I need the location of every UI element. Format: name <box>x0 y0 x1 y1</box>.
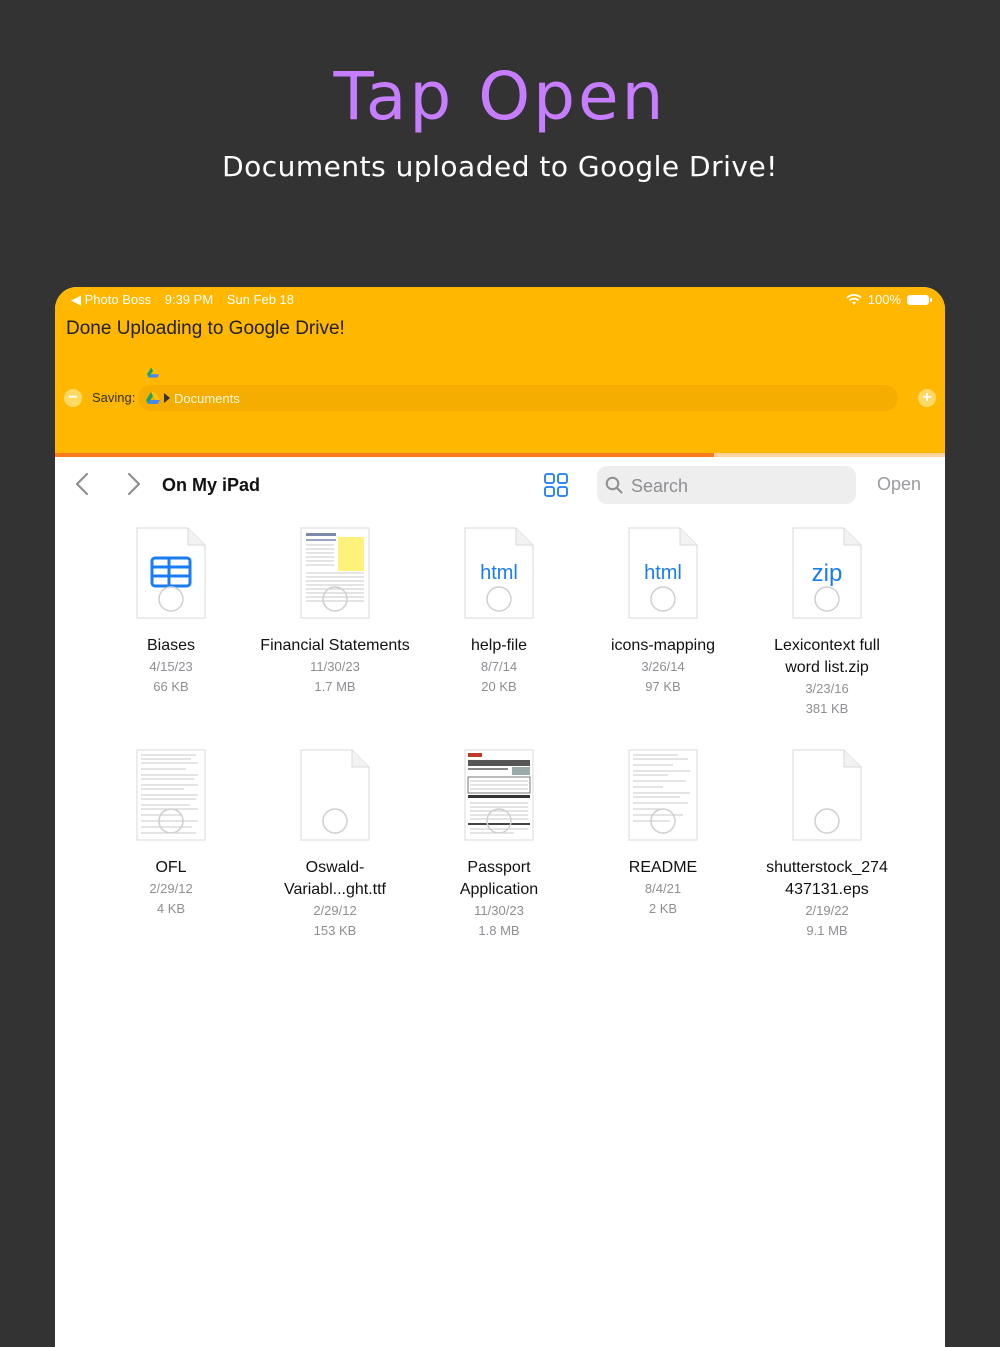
search-icon <box>605 476 623 494</box>
file-name: icons-mapping <box>610 637 716 654</box>
file-name: shutterstock_274437131.eps <box>766 859 888 898</box>
status-time: 9:39 PM <box>164 292 214 307</box>
file-size: 153 KB <box>313 923 357 938</box>
upload-progress-track <box>714 453 945 457</box>
file-date: 11/30/23 <box>474 903 524 918</box>
file-size: 1.8 MB <box>478 923 520 938</box>
google-drive-icon <box>146 392 160 404</box>
upload-progress-fill <box>55 453 714 457</box>
status-bar: ◀ Photo Boss 9:39 PM Sun Feb 18 100% <box>55 291 945 311</box>
saving-label: Saving: <box>92 390 136 405</box>
open-button[interactable]: Open <box>877 474 921 495</box>
file-item-readme[interactable]: README 8/4/21 2 KB <box>581 749 745 919</box>
file-name: Passport Application <box>459 859 539 898</box>
banner-title: Done Uploading to Google Drive! <box>66 318 345 339</box>
file-item-ofl[interactable]: OFL 2/29/12 4 KB <box>89 749 253 919</box>
add-destination-button[interactable]: + <box>918 389 936 407</box>
file-size: 9.1 MB <box>806 923 848 938</box>
blank-file-icon <box>792 749 862 841</box>
promo-subline: Documents uploaded to Google Drive! <box>222 150 778 183</box>
folder-title: On My iPad <box>162 475 261 495</box>
search-input[interactable] <box>629 466 853 506</box>
chevron-right-icon <box>164 393 170 403</box>
blank-file-icon <box>300 749 370 841</box>
text-thumbnail <box>628 749 698 841</box>
file-date: 8/7/14 <box>480 659 518 674</box>
search-field <box>597 466 856 506</box>
file-name: Oswald-Variabl...ght.ttf <box>284 859 386 898</box>
form-thumbnail <box>464 749 534 841</box>
file-item-financial-statements[interactable]: Financial Statements 11/30/23 1.7 MB <box>253 527 417 697</box>
google-drive-icon <box>147 367 159 378</box>
saving-path-field[interactable]: Documents <box>138 385 898 411</box>
file-size: 97 KB <box>645 679 681 694</box>
svg-text:zip: zip <box>812 560 843 587</box>
file-name: Biases <box>146 637 196 654</box>
file-size: 1.7 MB <box>314 679 356 694</box>
file-item-lexicontext-zip[interactable]: zip Lexicontext full word list.zip 3/23/… <box>745 527 909 719</box>
grid-view-icon[interactable] <box>544 473 568 497</box>
saving-destination-row: − Saving: Documents + <box>64 385 936 411</box>
file-name: Financial Statements <box>260 637 410 654</box>
svg-text:html: html <box>480 562 518 584</box>
promo-headline: Tap Open <box>333 58 667 135</box>
file-size: 4 KB <box>156 901 186 916</box>
file-name: help-file <box>470 637 528 654</box>
remove-destination-button[interactable]: − <box>64 389 82 407</box>
ipad-screen: ◀ Photo Boss 9:39 PM Sun Feb 18 100% Don… <box>55 287 945 1347</box>
html-icon: html <box>464 527 534 619</box>
file-size: 20 KB <box>481 679 517 694</box>
saving-path: Documents <box>174 391 240 406</box>
back-chevron-icon[interactable] <box>75 472 99 498</box>
file-name: README <box>628 859 698 876</box>
zip-icon: zip <box>792 527 862 619</box>
file-name: OFL <box>155 859 187 876</box>
html-icon: html <box>628 527 698 619</box>
file-date: 3/26/14 <box>641 659 685 674</box>
file-date: 2/29/12 <box>149 881 193 896</box>
wifi-icon <box>846 293 862 305</box>
file-item-help-file[interactable]: html help-file 8/7/14 20 KB <box>417 527 581 697</box>
files-navbar: On My iPad Open <box>55 462 945 512</box>
file-date: 11/30/23 <box>310 659 360 674</box>
spreadsheet-icon <box>136 527 206 619</box>
file-item-icons-mapping[interactable]: html icons-mapping 3/26/14 97 KB <box>581 527 745 697</box>
file-date: 2/29/12 <box>313 903 357 918</box>
file-name: Lexicontext full word list.zip <box>774 637 880 676</box>
status-date: Sun Feb 18 <box>226 292 294 307</box>
file-item-passport-application[interactable]: Passport Application 11/30/23 1.8 MB <box>417 749 581 941</box>
file-date: 3/23/16 <box>805 681 849 696</box>
upload-banner: ◀ Photo Boss 9:39 PM Sun Feb 18 100% Don… <box>55 287 945 457</box>
file-date: 8/4/21 <box>644 881 682 896</box>
battery-percent: 100% <box>867 292 901 307</box>
file-item-biases[interactable]: Biases 4/15/23 66 KB <box>89 527 253 697</box>
battery-icon <box>907 294 932 305</box>
text-thumbnail <box>136 749 206 841</box>
file-date: 2/19/22 <box>805 903 849 918</box>
file-size: 2 KB <box>648 901 678 916</box>
file-item-shutterstock-eps[interactable]: shutterstock_274437131.eps 2/19/22 9.1 M… <box>745 749 909 941</box>
file-date: 4/15/23 <box>149 659 193 674</box>
file-size: 381 KB <box>805 701 849 716</box>
svg-text:html: html <box>644 562 682 584</box>
file-item-oswald-ttf[interactable]: Oswald-Variabl...ght.ttf 2/29/12 153 KB <box>253 749 417 941</box>
back-to-app-link[interactable]: ◀ Photo Boss <box>71 292 151 307</box>
forward-chevron-icon[interactable] <box>127 472 151 498</box>
file-size: 66 KB <box>153 679 189 694</box>
pdf-thumbnail <box>300 527 370 619</box>
